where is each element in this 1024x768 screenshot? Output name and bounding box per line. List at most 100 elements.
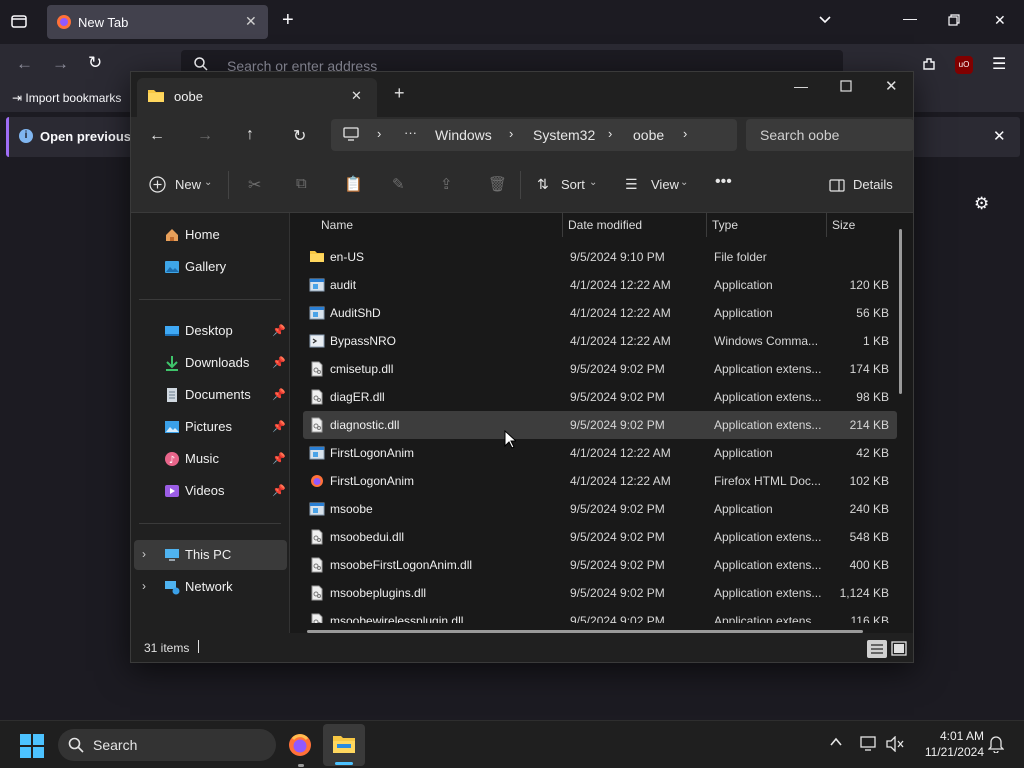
- list-all-tabs-icon[interactable]: [818, 12, 832, 26]
- chevron-right-icon[interactable]: ›: [608, 126, 612, 141]
- share-icon[interactable]: ⇪: [440, 175, 453, 193]
- close-icon[interactable]: ✕: [994, 12, 1006, 29]
- details-pane-button[interactable]: Details: [829, 176, 895, 196]
- file-row[interactable]: msoobeFirstLogonAnim.dll 9/5/2024 9:02 PM…: [303, 551, 897, 579]
- chevron-right-icon[interactable]: ›: [509, 126, 513, 141]
- close-tab-icon[interactable]: ✕: [351, 88, 362, 104]
- nav-item-network[interactable]: › Network: [131, 572, 289, 602]
- file-size: 102 KB: [849, 474, 889, 488]
- file-date: 9/5/2024 9:02 PM: [570, 614, 665, 623]
- delete-icon[interactable]: 🗑: [488, 175, 507, 193]
- chevron-right-icon[interactable]: ›: [377, 126, 381, 141]
- close-tab-icon[interactable]: ✕: [245, 13, 257, 30]
- notification-bell-icon[interactable]: [988, 735, 1004, 753]
- refresh-icon[interactable]: ↻: [293, 126, 306, 146]
- file-row[interactable]: audit 4/1/2024 12:22 AM Application 120 KB: [303, 271, 897, 299]
- nav-item-downloads[interactable]: Downloads 📌: [131, 348, 289, 378]
- forward-icon[interactable]: →: [197, 127, 213, 145]
- file-row[interactable]: FirstLogonAnim 4/1/2024 12:22 AM Applicati…: [303, 439, 897, 467]
- breadcrumb[interactable]: › ··· Windows › System32 › oobe ›: [331, 119, 737, 151]
- file-row[interactable]: diagER.dll 9/5/2024 9:02 PM Application ex…: [303, 383, 897, 411]
- add-circle-icon: [149, 176, 166, 193]
- maximize-icon[interactable]: [840, 80, 852, 92]
- chevron-right-icon[interactable]: ›: [683, 126, 687, 141]
- file-type: Application extens...: [714, 390, 822, 404]
- nav-item-home[interactable]: Home: [131, 220, 289, 250]
- file-row[interactable]: msoobe 9/5/2024 9:02 PM Application 240 KB: [303, 495, 897, 523]
- file-row[interactable]: msoobedui.dll 9/5/2024 9:02 PM Application…: [303, 523, 897, 551]
- back-icon[interactable]: ←: [149, 127, 165, 145]
- browser-tab[interactable]: New Tab ✕: [47, 5, 268, 39]
- details-view-icon[interactable]: [867, 640, 887, 658]
- restore-icon[interactable]: [948, 14, 960, 26]
- chevron-right-icon[interactable]: ›: [142, 547, 146, 561]
- column-header-name[interactable]: Name: [321, 218, 353, 232]
- file-row[interactable]: cmisetup.dll 9/5/2024 9:02 PM Application …: [303, 355, 897, 383]
- minimize-icon[interactable]: —: [794, 78, 808, 94]
- vertical-scrollbar[interactable]: [899, 229, 902, 394]
- sort-button[interactable]: ⇅ Sort ⌄: [537, 176, 599, 196]
- nav-item-this-pc[interactable]: › This PC: [134, 540, 287, 570]
- search-input[interactable]: Search oobe: [746, 119, 914, 151]
- file-row[interactable]: diagnostic.dll 9/5/2024 9:02 PM Applicatio…: [303, 411, 897, 439]
- volume-muted-icon[interactable]: [886, 736, 904, 752]
- menu-icon[interactable]: ☰: [992, 54, 1006, 74]
- ublock-icon[interactable]: uO: [955, 56, 973, 74]
- nav-item-music[interactable]: ♪ Music 📌: [131, 444, 289, 474]
- settings-gear-icon[interactable]: ⚙: [974, 194, 989, 214]
- view-button[interactable]: ☰ View ⌄: [625, 176, 691, 196]
- up-icon[interactable]: ↑: [246, 126, 254, 144]
- new-tab-icon[interactable]: +: [394, 83, 405, 104]
- network-status-icon[interactable]: [860, 736, 878, 752]
- chevron-up-icon[interactable]: [829, 735, 843, 749]
- file-row[interactable]: FirstLogonAnim 4/1/2024 12:22 AM Firefox H…: [303, 467, 897, 495]
- column-divider[interactable]: [706, 213, 707, 237]
- nav-item-desktop[interactable]: Desktop 📌: [131, 316, 289, 346]
- tiles-view-icon[interactable]: [891, 641, 907, 657]
- column-header-size[interactable]: Size: [832, 218, 855, 232]
- breadcrumb-item-windows[interactable]: Windows: [435, 127, 492, 143]
- nav-item-videos[interactable]: Videos 📌: [131, 476, 289, 506]
- more-options-icon[interactable]: •••: [715, 173, 732, 191]
- file-explorer-taskbar-button[interactable]: [323, 724, 365, 766]
- chevron-right-icon[interactable]: ›: [142, 579, 146, 593]
- tab-list-icon[interactable]: [10, 12, 28, 30]
- forward-icon[interactable]: →: [52, 54, 69, 74]
- file-row[interactable]: msoobeplugins.dll 9/5/2024 9:02 PM Applica…: [303, 579, 897, 607]
- explorer-tab[interactable]: oobe ✕: [137, 78, 377, 117]
- file-row[interactable]: msoobewirelessplugin.dll 9/5/2024 9:02 PM…: [303, 607, 897, 623]
- column-header-type[interactable]: Type: [712, 218, 738, 232]
- clock-time[interactable]: 4:01 AM: [916, 729, 984, 743]
- gallery-icon: [164, 259, 180, 275]
- toolbar-divider: [520, 171, 521, 199]
- import-bookmarks-link[interactable]: ⇥ Import bookmarks: [12, 91, 121, 105]
- column-divider[interactable]: [826, 213, 827, 237]
- start-button[interactable]: [20, 734, 44, 758]
- new-tab-icon[interactable]: +: [282, 9, 294, 32]
- file-row[interactable]: en-US 9/5/2024 9:10 PM File folder: [303, 243, 897, 271]
- nav-item-documents[interactable]: Documents 📌: [131, 380, 289, 410]
- rename-icon[interactable]: ✎: [392, 175, 405, 193]
- taskbar-search[interactable]: Search: [58, 729, 276, 761]
- breadcrumb-item-system32[interactable]: System32: [533, 127, 595, 143]
- breadcrumb-item-oobe[interactable]: oobe: [633, 127, 664, 143]
- minimize-icon[interactable]: —: [903, 10, 917, 26]
- clock-date[interactable]: 11/21/2024: [912, 745, 984, 759]
- file-row[interactable]: BypassNRO 4/1/2024 12:22 AM Windows Comma.…: [303, 327, 897, 355]
- cut-icon[interactable]: ✂: [248, 175, 261, 195]
- nav-item-pictures[interactable]: Pictures 📌: [131, 412, 289, 442]
- column-header-date[interactable]: Date modified: [568, 218, 642, 232]
- back-icon[interactable]: ←: [16, 54, 33, 74]
- reload-icon[interactable]: ↻: [88, 53, 102, 73]
- new-button[interactable]: New ⌄: [149, 176, 217, 196]
- more-locations-icon[interactable]: ···: [404, 125, 417, 140]
- copy-icon[interactable]: ⧉: [296, 175, 307, 192]
- firefox-taskbar-icon[interactable]: [287, 732, 313, 758]
- paste-icon[interactable]: 📋: [344, 175, 363, 193]
- dismiss-notification-icon[interactable]: ✕: [993, 127, 1006, 145]
- close-icon[interactable]: ✕: [885, 77, 898, 95]
- column-divider[interactable]: [562, 213, 563, 237]
- nav-item-gallery[interactable]: Gallery: [131, 252, 289, 282]
- file-row[interactable]: AuditShD 4/1/2024 12:22 AM Application 56 K…: [303, 299, 897, 327]
- extensions-icon[interactable]: [921, 56, 937, 72]
